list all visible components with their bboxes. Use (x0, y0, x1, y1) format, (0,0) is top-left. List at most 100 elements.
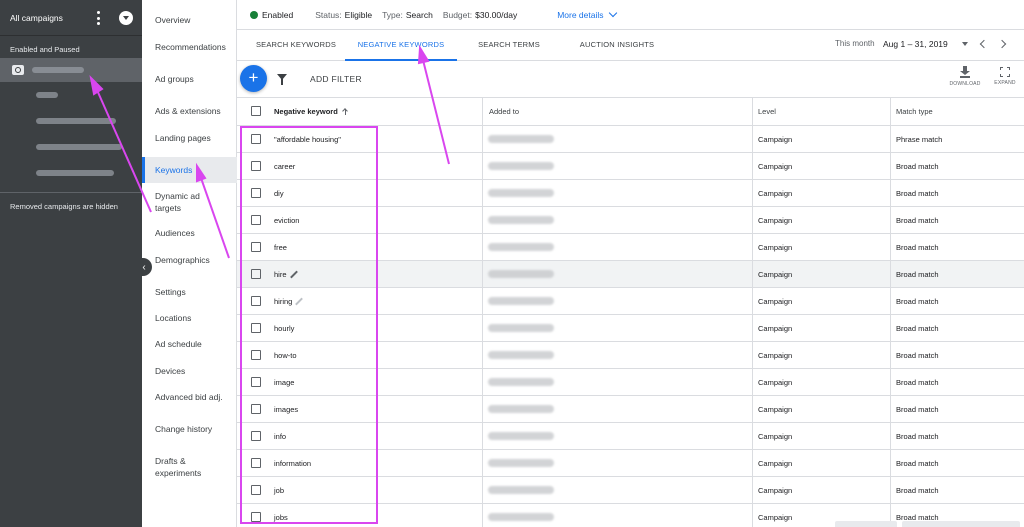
tab-auction-insights[interactable]: AUCTION INSIGHTS (567, 30, 667, 61)
status-enabled[interactable]: Enabled (262, 10, 293, 20)
chevron-down-icon[interactable] (608, 8, 617, 18)
sort-arrow-icon[interactable] (343, 108, 348, 115)
row-checkbox[interactable] (251, 458, 261, 468)
row-checkbox[interactable] (251, 161, 261, 171)
nav-item-devices[interactable]: Devices (142, 365, 237, 377)
nav-item-landing-pages[interactable]: Landing pages (142, 132, 237, 144)
tab-search-keywords[interactable]: SEARCH KEYWORDS (247, 30, 345, 61)
header-negative-keyword[interactable]: Negative keyword (274, 98, 348, 125)
keyword-cell[interactable]: hourly (274, 315, 294, 341)
table-row[interactable]: free Campaign Broad match (237, 234, 1024, 261)
keyword-cell[interactable]: hire (274, 261, 298, 287)
row-checkbox[interactable] (251, 485, 261, 495)
footer-button[interactable] (902, 521, 1020, 527)
keyword-cell[interactable]: job (274, 477, 284, 503)
table-row[interactable]: hire Campaign Broad match (237, 261, 1024, 288)
table-row[interactable]: hiring Campaign Broad match (237, 288, 1024, 315)
tab-negative-keywords[interactable]: NEGATIVE KEYWORDS (345, 30, 457, 61)
table-row[interactable]: hourly Campaign Broad match (237, 315, 1024, 342)
add-filter-button[interactable]: ADD FILTER (310, 74, 362, 84)
expand-button[interactable]: EXPAND (987, 66, 1023, 86)
keyword-cell[interactable]: "affordable housing" (274, 126, 341, 152)
tab-search-terms[interactable]: SEARCH TERMS (467, 30, 551, 61)
table-row[interactable]: "affordable housing" Campaign Phrase match (237, 126, 1024, 153)
nav-item-settings[interactable]: Settings (142, 286, 237, 298)
nav-item-dynamic-ad-targets[interactable]: Dynamic ad targets (142, 190, 222, 214)
row-checkbox[interactable] (251, 377, 261, 387)
chevron-left-icon[interactable] (979, 39, 989, 49)
dropdown-icon[interactable] (119, 11, 133, 25)
ad-group-item[interactable] (0, 108, 142, 134)
column-divider (890, 288, 891, 314)
type-value: Search (405, 9, 433, 20)
row-checkbox[interactable] (251, 404, 261, 414)
footer-button[interactable] (835, 521, 897, 527)
keyword-cell[interactable]: diy (274, 180, 284, 206)
header-added-to[interactable]: Added to (489, 98, 519, 125)
keyword-cell[interactable]: hiring (274, 288, 304, 314)
more-details-link[interactable]: More details (557, 10, 603, 20)
keyword-cell[interactable]: info (274, 423, 286, 449)
keyword-cell[interactable]: free (274, 234, 287, 260)
nav-item-keywords[interactable]: Keywords (142, 157, 237, 183)
nav-item-advanced-bid-adj[interactable]: Advanced bid adj. (142, 391, 237, 403)
row-checkbox[interactable] (251, 215, 261, 225)
nav-item-overview[interactable]: Overview (142, 14, 237, 26)
column-divider (752, 342, 753, 368)
edit-pencil-icon[interactable] (295, 297, 304, 305)
keyword-cell[interactable]: how-to (274, 342, 297, 368)
keyword-cell[interactable]: images (274, 396, 298, 422)
table-row[interactable]: eviction Campaign Broad match (237, 207, 1024, 234)
table-row[interactable]: diy Campaign Broad match (237, 180, 1024, 207)
nav-item-demographics[interactable]: Demographics (142, 254, 237, 266)
nav-item-ad-schedule[interactable]: Ad schedule (142, 338, 237, 350)
row-checkbox[interactable] (251, 134, 261, 144)
date-range-value[interactable]: Aug 1 – 31, 2019 (883, 39, 948, 49)
table-row[interactable]: info Campaign Broad match (237, 423, 1024, 450)
nav-item-ad-groups[interactable]: Ad groups (142, 73, 237, 85)
row-checkbox[interactable] (251, 188, 261, 198)
date-dropdown-icon[interactable] (962, 42, 968, 46)
header-level[interactable]: Level (758, 98, 776, 125)
filter-icon[interactable] (277, 74, 287, 85)
chevron-right-icon[interactable] (997, 39, 1007, 49)
edit-pencil-icon[interactable] (289, 270, 298, 278)
nav-item-drafts-experiments[interactable]: Drafts & experiments (142, 455, 222, 479)
keyword-cell[interactable]: image (274, 369, 294, 395)
row-checkbox[interactable] (251, 269, 261, 279)
campaign-item-active[interactable] (0, 58, 142, 82)
add-negative-keyword-button[interactable]: + (240, 65, 267, 92)
ad-group-item[interactable] (0, 134, 142, 160)
nav-item-audiences[interactable]: Audiences (142, 227, 237, 239)
table-row[interactable]: information Campaign Broad match (237, 450, 1024, 477)
table-row[interactable]: career Campaign Broad match (237, 153, 1024, 180)
row-checkbox[interactable] (251, 512, 261, 522)
row-checkbox[interactable] (251, 350, 261, 360)
nav-item-change-history[interactable]: Change history (142, 423, 237, 435)
level-cell: Campaign (758, 296, 793, 306)
table-row[interactable]: image Campaign Broad match (237, 369, 1024, 396)
column-divider (752, 477, 753, 503)
select-all-checkbox[interactable] (251, 106, 261, 116)
nav-item-ads-extensions[interactable]: Ads & extensions (142, 105, 237, 117)
row-checkbox[interactable] (251, 431, 261, 441)
nav-item-recommendations[interactable]: Recommendations (142, 41, 237, 53)
ad-group-item[interactable] (0, 160, 142, 186)
table-row[interactable]: images Campaign Broad match (237, 396, 1024, 423)
keyword-cell[interactable]: eviction (274, 207, 299, 233)
ad-group-item[interactable] (0, 82, 142, 108)
keyword-cell[interactable]: career (274, 153, 295, 179)
table-row[interactable]: job Campaign Broad match (237, 477, 1024, 504)
nav-item-locations[interactable]: Locations (142, 312, 237, 324)
row-checkbox[interactable] (251, 242, 261, 252)
header-match-type[interactable]: Match type (896, 98, 933, 125)
keyword-cell[interactable]: information (274, 450, 311, 476)
column-divider (890, 98, 891, 125)
more-options-icon[interactable] (95, 11, 101, 25)
row-checkbox[interactable] (251, 323, 261, 333)
row-checkbox[interactable] (251, 296, 261, 306)
keyword-cell[interactable]: jobs (274, 504, 288, 527)
download-button[interactable]: DOWNLOAD (947, 66, 983, 87)
all-campaigns-header[interactable]: All campaigns (0, 0, 142, 36)
table-row[interactable]: how-to Campaign Broad match (237, 342, 1024, 369)
